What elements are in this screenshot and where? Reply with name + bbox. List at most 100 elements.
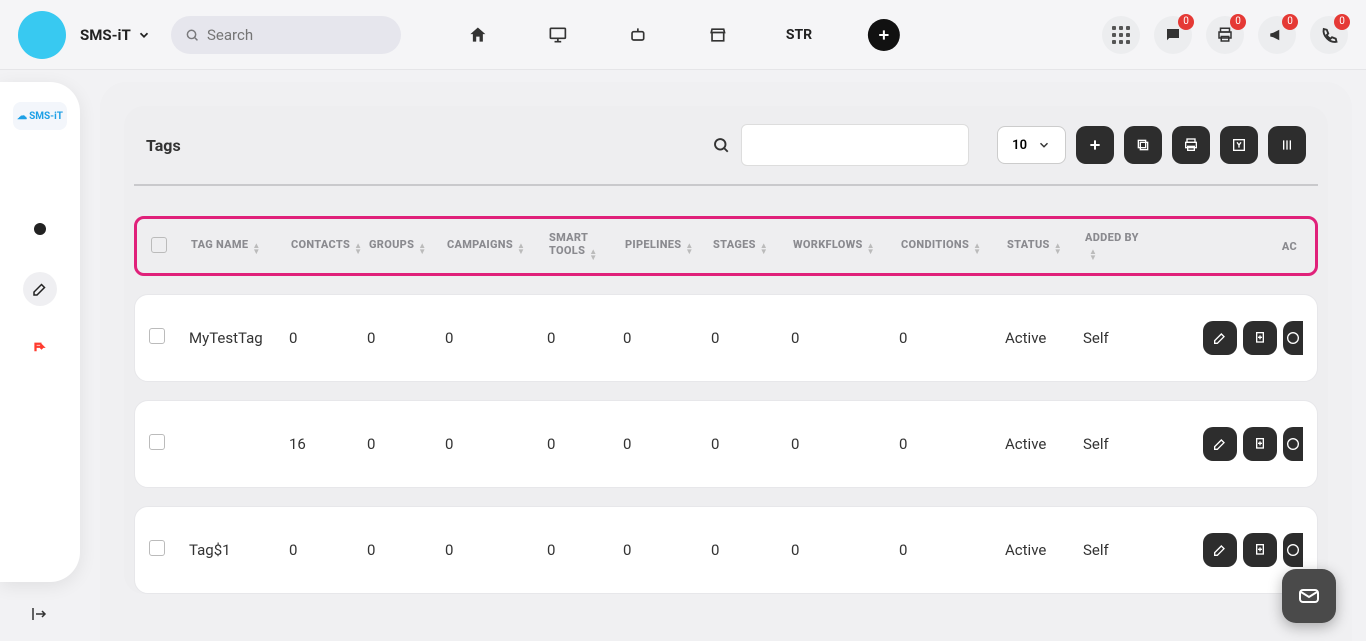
cell-groups: 0 xyxy=(367,541,445,559)
chevron-down-icon xyxy=(137,28,151,42)
right-icons: 0 0 0 0 xyxy=(1102,16,1348,54)
sort-icon: ▲▼ xyxy=(354,243,362,255)
table-row: Tag$100000000ActiveSelf xyxy=(134,506,1318,594)
chat-icon xyxy=(1164,26,1182,44)
logo-text: ☁SMS-iT xyxy=(17,111,63,122)
print-table-button[interactable] xyxy=(1172,126,1210,164)
row-checkbox[interactable] xyxy=(149,328,165,344)
print-badge: 0 xyxy=(1230,14,1246,30)
col-groups[interactable]: GROUPS xyxy=(369,238,414,251)
col-tagname[interactable]: TAG NAME xyxy=(191,238,248,251)
row-more-button[interactable] xyxy=(1283,427,1303,461)
global-search[interactable] xyxy=(171,16,401,54)
page-size-value: 10 xyxy=(1012,138,1027,153)
rail-edit[interactable] xyxy=(23,272,57,306)
cell-stages: 0 xyxy=(711,435,791,453)
table-row: 160000000ActiveSelf xyxy=(134,400,1318,488)
panel-title: Tags xyxy=(146,136,181,155)
center-nav: STR xyxy=(466,19,900,51)
row-assign-button[interactable] xyxy=(1243,533,1277,567)
row-edit-button[interactable] xyxy=(1203,321,1237,355)
workspace-switcher[interactable]: SMS-iT xyxy=(80,26,151,44)
cell-status: Active xyxy=(1005,329,1083,347)
phone-button[interactable]: 0 xyxy=(1310,16,1348,54)
col-stages[interactable]: STAGES xyxy=(713,238,756,251)
copy-icon xyxy=(1135,137,1151,153)
apps-button[interactable] xyxy=(1102,16,1140,54)
help-fab[interactable] xyxy=(1282,569,1336,623)
cell-name: MyTestTag xyxy=(189,329,289,347)
main-area: Tags 10 TAG NAME ▲▼ xyxy=(100,82,1352,641)
apps-grid-icon xyxy=(1112,26,1130,44)
cell-pipelines: 0 xyxy=(623,329,711,347)
store-icon[interactable] xyxy=(706,25,730,45)
phone-badge: 0 xyxy=(1334,14,1350,30)
copy-button[interactable] xyxy=(1124,126,1162,164)
add-button[interactable] xyxy=(868,19,900,51)
row-edit-button[interactable] xyxy=(1203,533,1237,567)
plus-icon xyxy=(1087,137,1103,153)
row-checkbox[interactable] xyxy=(149,540,165,556)
export-button[interactable] xyxy=(1220,126,1258,164)
columns-button[interactable] xyxy=(1268,126,1306,164)
cell-workflows: 0 xyxy=(791,435,899,453)
cell-groups: 0 xyxy=(367,329,445,347)
table-row: MyTestTag00000000ActiveSelf xyxy=(134,294,1318,382)
cell-smart: 0 xyxy=(547,541,623,559)
panel-search xyxy=(701,124,969,166)
cell-addedby: Self xyxy=(1083,329,1143,347)
sort-icon: ▲▼ xyxy=(517,243,525,255)
sort-icon: ▲▼ xyxy=(252,243,260,255)
search-icon xyxy=(185,27,199,43)
select-all-checkbox[interactable] xyxy=(151,237,167,253)
row-more-button[interactable] xyxy=(1283,321,1303,355)
avatar[interactable] xyxy=(18,11,66,59)
nav-str[interactable]: STR xyxy=(786,27,812,43)
chat-button[interactable]: 0 xyxy=(1154,16,1192,54)
col-conditions[interactable]: CONDITIONS xyxy=(901,238,969,251)
sort-icon: ▲▼ xyxy=(418,243,426,255)
panel-header: Tags 10 xyxy=(124,106,1328,184)
return-icon xyxy=(31,340,49,358)
rail-analytics[interactable] xyxy=(23,212,57,246)
cell-addedby: Self xyxy=(1083,435,1143,453)
monitor-icon[interactable] xyxy=(546,25,570,45)
cell-contacts: 16 xyxy=(289,435,367,453)
row-checkbox[interactable] xyxy=(149,434,165,450)
printer-icon xyxy=(1216,26,1234,44)
global-search-input[interactable] xyxy=(207,26,387,44)
page-size-select[interactable]: 10 xyxy=(997,126,1066,164)
rail-collapse[interactable] xyxy=(30,605,48,627)
printer-icon xyxy=(1183,137,1199,153)
announce-button[interactable]: 0 xyxy=(1258,16,1296,54)
sort-icon: ▲▼ xyxy=(685,243,693,255)
row-edit-button[interactable] xyxy=(1203,427,1237,461)
col-workflows[interactable]: WORKFLOWS xyxy=(793,238,863,251)
rail-flag[interactable] xyxy=(23,332,57,366)
add-tag-button[interactable] xyxy=(1076,126,1114,164)
cell-pipelines: 0 xyxy=(623,541,711,559)
col-smart[interactable]: SMART TOOLS xyxy=(549,231,588,257)
col-status[interactable]: STATUS xyxy=(1007,238,1050,251)
sort-icon: ▲▼ xyxy=(1089,249,1097,261)
sort-icon: ▲▼ xyxy=(867,243,875,255)
sort-icon: ▲▼ xyxy=(760,243,768,255)
panel-search-icon[interactable] xyxy=(701,124,741,166)
panel-search-input[interactable] xyxy=(741,124,969,166)
row-more-button[interactable] xyxy=(1283,533,1303,567)
print-button[interactable]: 0 xyxy=(1206,16,1244,54)
col-pipelines[interactable]: PIPELINES xyxy=(625,238,681,251)
compose-icon xyxy=(31,280,49,298)
row-assign-button[interactable] xyxy=(1243,321,1277,355)
mail-icon xyxy=(1297,584,1321,608)
col-campaigns[interactable]: CAMPAIGNS xyxy=(447,238,513,251)
col-addedby[interactable]: ADDED BY xyxy=(1085,231,1139,244)
col-contacts[interactable]: CONTACTS xyxy=(291,238,350,251)
table-wrap: TAG NAME ▲▼ CONTACTS ▲▼ GROUPS ▲▼ CAMPAIGNS… xyxy=(124,186,1328,594)
home-icon[interactable] xyxy=(466,25,490,45)
cell-stages: 0 xyxy=(711,329,791,347)
rail-logo[interactable]: ☁SMS-iT xyxy=(13,102,67,130)
collapse-icon xyxy=(30,605,48,623)
robot-icon[interactable] xyxy=(626,25,650,45)
row-assign-button[interactable] xyxy=(1243,427,1277,461)
